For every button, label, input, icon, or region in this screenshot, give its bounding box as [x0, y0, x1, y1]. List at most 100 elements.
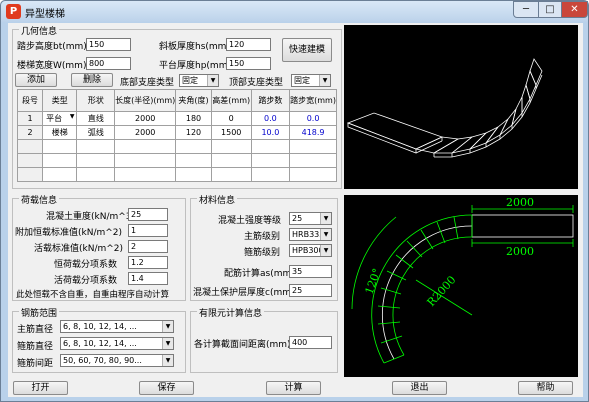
main-diameter-label: 主筋直径 — [17, 325, 54, 335]
table-cell[interactable]: 直线 — [76, 111, 116, 126]
stirrup-diameter-select[interactable]: 6, 8, 10, 12, 14, ... ▼ — [60, 337, 174, 350]
load-note: 此处恒载不含自重，自重由程序自动计算 — [16, 290, 170, 300]
dropdown-arrow-icon: ▼ — [320, 229, 331, 240]
table-header-cell: 长度(半径)(mm) — [114, 89, 177, 112]
table-cell[interactable]: 120 — [175, 125, 212, 140]
stair-3d-drawing — [346, 58, 543, 158]
live-load-input[interactable]: 2 — [128, 240, 168, 253]
concrete-grade-select[interactable]: 25 ▼ — [289, 212, 332, 225]
rebar-range-group-title: 钢筋范围 — [19, 306, 60, 319]
plan-top-dimension: 2000 — [506, 196, 534, 209]
cover-input[interactable]: 25 — [289, 284, 332, 297]
dead-factor-input[interactable]: 1.2 — [128, 256, 168, 269]
stirrup-grade-label: 箍筋级别 — [244, 248, 281, 258]
concrete-density-input[interactable]: 25 — [128, 208, 168, 221]
top-support-select[interactable]: 固定 ▼ — [291, 74, 331, 87]
segment-type-select[interactable]: 平台 ▼ — [42, 111, 78, 126]
minimize-button[interactable]: ─ — [513, 1, 539, 18]
table-header-cell: 夹角(度) — [175, 89, 212, 112]
bottom-support-value: 固定 — [182, 76, 198, 85]
dead-load-input[interactable]: 1 — [128, 224, 168, 237]
step-height-input[interactable]: 150 — [86, 38, 131, 51]
table-row-empty[interactable] — [16, 153, 337, 168]
table-cell[interactable]: 1500 — [210, 125, 252, 140]
table-cell: 2 — [16, 125, 44, 140]
live-load-label: 活载标准值(kN/m^2) — [34, 244, 124, 254]
client-area: 几何信息 踏步高度bt(mm) 150 斜板厚度hs(mm) 120 快速建模 … — [8, 23, 583, 397]
plan-bottom-dimension: 2000 — [506, 245, 534, 258]
table-cell[interactable]: 楼梯 — [42, 125, 78, 140]
stair-plan-view[interactable]: 2000 2000 120° R2000 — [344, 195, 578, 377]
main-bar-select[interactable]: HRB335 ▼ — [289, 228, 332, 241]
table-cell[interactable]: 2000 — [114, 125, 177, 140]
table-cell: 10.0 — [250, 125, 291, 140]
stirrup-grade-select[interactable]: HPB300 ▼ — [289, 244, 332, 257]
add-segment-button[interactable]: 添加 — [15, 73, 57, 87]
table-header-cell: 高差(mm) — [210, 89, 252, 112]
live-factor-input[interactable]: 1.4 — [128, 272, 168, 285]
section-spacing-input[interactable]: 400 — [289, 336, 332, 349]
calculate-button[interactable]: 计算 — [266, 381, 321, 395]
title-bar: P 异型楼梯 ─ □ ✕ — [1, 1, 588, 22]
dropdown-arrow-icon: ▼ — [162, 355, 173, 366]
save-button[interactable]: 保存 — [139, 381, 194, 395]
table-header-row: 段号 类型 形状 长度(半径)(mm) 夹角(度) 高差(mm) 踏步数 踏步宽… — [16, 89, 337, 112]
delete-segment-button[interactable]: 删除 — [71, 73, 113, 87]
quick-build-button[interactable]: 快速建模 — [282, 38, 332, 62]
live-factor-label: 活荷载分项系数 — [54, 276, 118, 286]
load-group-title: 荷载信息 — [19, 193, 60, 206]
main-diameter-value: 6, 8, 10, 12, 14, ... — [63, 322, 137, 331]
table-cell: 418.9 — [289, 125, 337, 140]
top-support-value: 固定 — [294, 76, 310, 85]
table-header-cell: 踏步宽(mm) — [289, 89, 337, 112]
window-title: 异型楼梯 — [25, 9, 65, 20]
stair-width-input[interactable]: 800 — [86, 57, 131, 70]
table-cell[interactable]: 180 — [175, 111, 212, 126]
table-row[interactable]: 1 平台 ▼ 直线 2000 180 0 0.0 0.0 — [16, 111, 337, 126]
concrete-density-label: 混凝土重度(kN/m^3) — [46, 212, 136, 222]
dropdown-arrow-icon: ▼ — [69, 113, 75, 120]
table-cell: 0.0 — [289, 111, 337, 126]
app-icon: P — [6, 4, 21, 19]
stirrup-diameter-label: 箍筋直径 — [17, 342, 54, 352]
table-row-empty[interactable] — [16, 139, 337, 154]
table-row-empty[interactable] — [16, 167, 337, 182]
dropdown-arrow-icon: ▼ — [319, 75, 330, 86]
stirrup-spacing-value: 50, 60, 70, 80, 90... — [63, 356, 142, 365]
segment-type-value: 平台 — [46, 114, 63, 123]
slab-thickness-label: 斜板厚度hs(mm) — [159, 42, 230, 52]
slab-thickness-input[interactable]: 120 — [226, 38, 271, 51]
table-row[interactable]: 2 楼梯 弧线 2000 120 1500 10.0 418.9 — [16, 125, 337, 140]
cover-label: 混凝土保护层厚度c(mm) — [193, 288, 295, 298]
close-button[interactable]: ✕ — [561, 1, 588, 18]
main-bar-label: 主筋级别 — [244, 232, 281, 242]
dropdown-arrow-icon: ▼ — [162, 338, 173, 349]
dropdown-arrow-icon: ▼ — [207, 75, 218, 86]
table-cell[interactable]: 2000 — [114, 111, 177, 126]
dropdown-arrow-icon: ▼ — [162, 321, 173, 332]
stair-width-label: 楼梯宽度W(mm) — [17, 61, 87, 71]
material-group-title: 材料信息 — [197, 193, 238, 206]
stirrup-grade-value: HPB300 — [292, 246, 324, 255]
concrete-grade-value: 25 — [292, 214, 303, 223]
step-height-label: 踏步高度bt(mm) — [17, 42, 87, 52]
platform-thickness-input[interactable]: 150 — [226, 57, 271, 70]
bottom-support-select[interactable]: 固定 ▼ — [179, 74, 219, 87]
platform-thickness-label: 平台厚度hp(mm) — [159, 61, 231, 71]
table-cell[interactable]: 弧线 — [76, 125, 116, 140]
table-header-cell: 形状 — [76, 89, 116, 112]
stirrup-spacing-label: 箍筋间距 — [17, 359, 54, 369]
stirrup-spacing-select[interactable]: 50, 60, 70, 80, 90... ▼ — [60, 354, 174, 367]
maximize-button[interactable]: □ — [538, 1, 562, 18]
rebar-calc-input[interactable]: 35 — [289, 265, 332, 278]
table-cell: 1 — [16, 111, 44, 126]
table-cell[interactable]: 0 — [210, 111, 252, 126]
main-diameter-select[interactable]: 6, 8, 10, 12, 14, ... ▼ — [60, 320, 174, 333]
table-header-cell: 段号 — [16, 89, 44, 112]
table-cell: 0.0 — [250, 111, 291, 126]
exit-button[interactable]: 退出 — [392, 381, 447, 395]
help-button[interactable]: 帮助 — [518, 381, 573, 395]
table-header-cell: 踏步数 — [250, 89, 291, 112]
open-button[interactable]: 打开 — [13, 381, 68, 395]
stair-3d-view[interactable] — [344, 25, 578, 189]
